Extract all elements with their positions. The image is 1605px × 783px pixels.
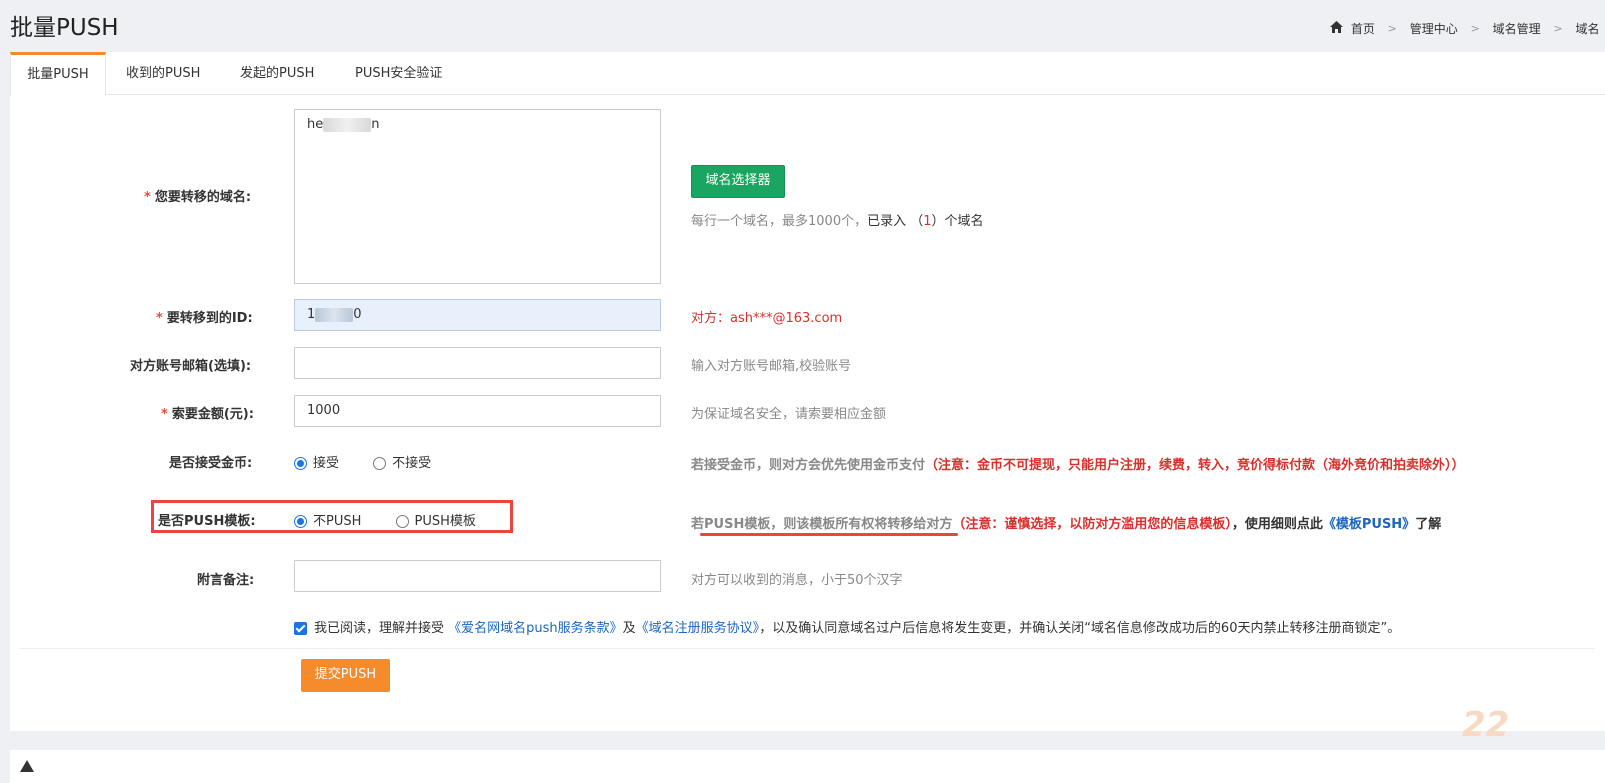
- push-template-option[interactable]: PUSH模板: [395, 510, 476, 529]
- redacted-blur: [315, 307, 354, 322]
- target-id-hint: 对方：ash***@163.com: [691, 311, 843, 326]
- push-template-hint: 若PUSH模板，则该模板所有权将转移给对方（注意：谨慎选择，以防对方滥用您的信息…: [691, 517, 1442, 532]
- page-title: 批量PUSH: [10, 15, 119, 41]
- tab-received-push[interactable]: 收到的PUSH: [126, 52, 200, 95]
- gold-radio-group: 接受 不接受: [294, 452, 431, 471]
- no-push-option[interactable]: 不PUSH: [294, 510, 361, 529]
- radio-unchecked-icon[interactable]: [395, 515, 409, 528]
- domains-textarea[interactable]: he n: [294, 109, 661, 284]
- breadcrumb-item-domain-management[interactable]: 域名管理: [1493, 22, 1541, 36]
- target-id-label: * 要转移到的ID:: [156, 311, 253, 326]
- tab-push-security[interactable]: PUSH安全验证: [355, 52, 442, 95]
- submit-push-button[interactable]: 提交PUSH: [301, 659, 390, 692]
- annotation-underline: [700, 533, 958, 536]
- breadcrumb-home[interactable]: 首页: [1351, 22, 1375, 36]
- target-id-input[interactable]: 10: [294, 299, 661, 331]
- domains-hint: 每行一个域名，最多1000个，已录入 （1）个域名: [691, 214, 984, 229]
- redacted-blur: [323, 117, 372, 132]
- radio-unchecked-icon[interactable]: [373, 457, 387, 470]
- tab-initiated-push[interactable]: 发起的PUSH: [240, 52, 314, 95]
- agreement-checkbox[interactable]: [294, 622, 307, 635]
- amount-input[interactable]: 1000: [294, 395, 661, 427]
- tab-batch-push[interactable]: 批量PUSH: [10, 52, 106, 96]
- push-template-label: 是否PUSH模板:: [158, 514, 256, 529]
- amount-hint: 为保证域名安全，请索要相应金额: [691, 407, 887, 422]
- breadcrumb-separator: >: [1470, 22, 1480, 35]
- breadcrumb-separator: >: [1553, 22, 1563, 35]
- watermark-logo: 22: [1462, 705, 1510, 745]
- gold-hint: 若接受金币，则对方会优先使用金币支付（注意：金币不可提现，只能用户注册，续费，转…: [691, 458, 1465, 473]
- warning-icon: [20, 760, 34, 776]
- email-input[interactable]: [294, 347, 661, 379]
- radio-checked-icon[interactable]: [294, 515, 307, 528]
- gold-label: 是否接受金币:: [169, 456, 253, 471]
- amount-label: * 索要金额(元):: [161, 407, 254, 422]
- note-label: 附言备注:: [197, 573, 255, 588]
- breadcrumb-separator: >: [1387, 22, 1397, 35]
- breadcrumb: 首页 > 管理中心 > 域名管理 > 域名: [1330, 20, 1600, 37]
- breadcrumb-item-domain[interactable]: 域名: [1576, 22, 1600, 36]
- push-terms-link[interactable]: 《爱名网域名push服务条款》: [448, 621, 623, 636]
- bottom-panel: [10, 750, 1605, 783]
- gold-reject-option[interactable]: 不接受: [373, 452, 431, 471]
- registration-agreement-link[interactable]: 《域名注册服务协议》: [636, 621, 760, 636]
- agreement-row: 我已阅读，理解并接受 《爱名网域名push服务条款》及《域名注册服务协议》，以及…: [294, 617, 1400, 636]
- tab-bar: 批量PUSH 收到的PUSH 发起的PUSH PUSH安全验证: [10, 52, 1605, 96]
- email-hint: 输入对方账号邮箱,校验账号: [691, 359, 852, 374]
- template-push-link[interactable]: 《模板PUSH》: [1323, 517, 1415, 532]
- home-icon[interactable]: [1330, 21, 1343, 36]
- push-template-radio-group: 不PUSH PUSH模板: [294, 510, 476, 529]
- domains-label: * 您要转移的域名:: [144, 190, 252, 205]
- note-input[interactable]: [294, 560, 661, 592]
- domain-selector-button[interactable]: 域名选择器: [691, 165, 785, 198]
- email-label: 对方账号邮箱(选填):: [130, 359, 252, 374]
- radio-checked-icon[interactable]: [294, 457, 307, 470]
- breadcrumb-item-management[interactable]: 管理中心: [1410, 22, 1458, 36]
- note-hint: 对方可以收到的消息，小于50个汉字: [691, 573, 903, 588]
- gold-accept-option[interactable]: 接受: [294, 452, 339, 471]
- divider: [20, 648, 1595, 649]
